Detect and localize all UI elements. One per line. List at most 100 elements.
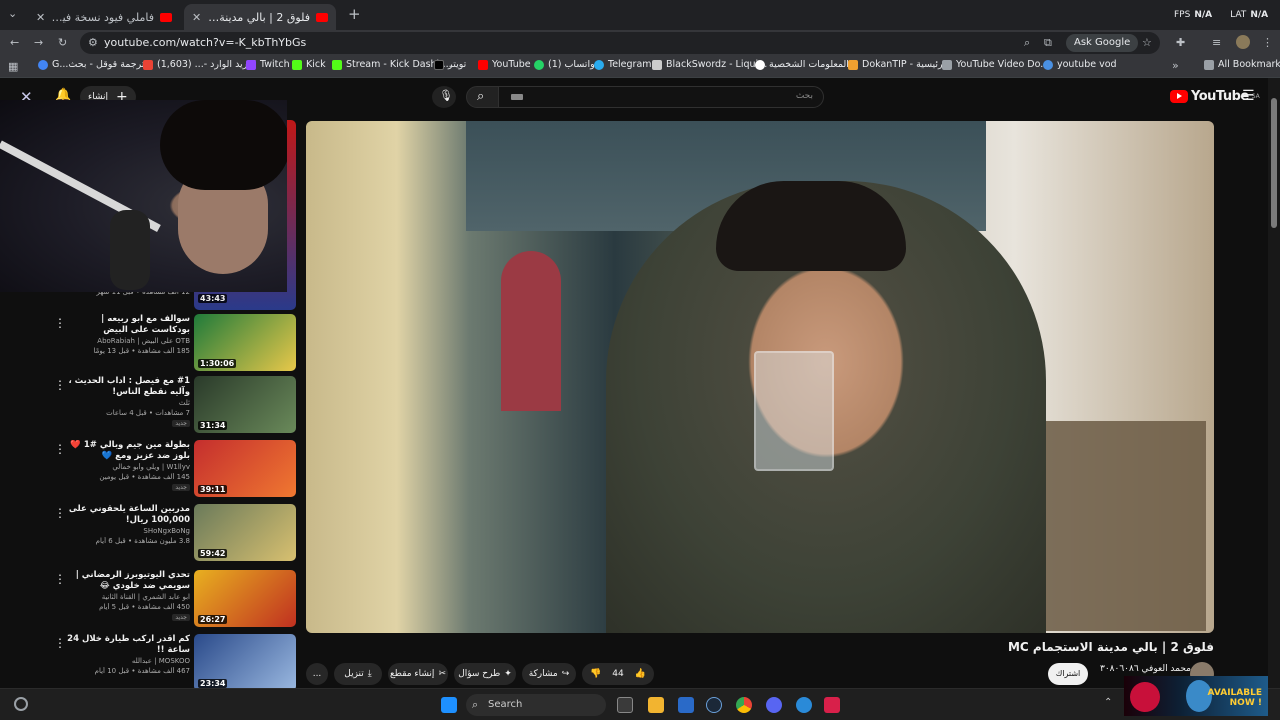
- download-button[interactable]: ⤓ تنزيل: [334, 663, 382, 685]
- url-text: youtube.com/watch?v=-K_kbThYbGs: [104, 36, 307, 49]
- close-tab-icon[interactable]: ✕: [36, 11, 45, 24]
- video-title: فلوق 2 | بالي مدينة الاستجمام MC: [1007, 640, 1214, 654]
- search-input[interactable]: بحث: [498, 86, 824, 108]
- list-item[interactable]: 59:42 مدربين الساعة يلحقوني على 100,000 …: [54, 504, 300, 566]
- page-scrollbar[interactable]: [1268, 78, 1280, 688]
- more-bookmarks-chevron-icon[interactable]: »: [1172, 59, 1179, 72]
- youtube-favicon-icon: [160, 12, 172, 22]
- promo-logo-icon: [1130, 682, 1160, 712]
- bookmark-6[interactable]: YouTube: [478, 59, 531, 70]
- kebab-menu-icon[interactable]: ⋮: [54, 378, 66, 392]
- bookmark-5[interactable]: تويتر: [434, 59, 466, 70]
- microphone-icon: 🎙: [439, 89, 453, 102]
- bookmark-1[interactable]: البريد الوارد -... (1,603): [143, 59, 256, 70]
- keyboard-icon[interactable]: [511, 94, 523, 100]
- channel-name[interactable]: محمد العوفي ٣٠٨٠٦٠٨٦: [1100, 664, 1191, 674]
- task-view-icon[interactable]: [617, 697, 633, 713]
- bookmark-12[interactable]: YouTube Video Do...: [942, 59, 1049, 70]
- steam-icon[interactable]: [706, 697, 722, 713]
- kebab-menu-icon[interactable]: ⋮: [54, 636, 66, 650]
- hamburger-menu-icon[interactable]: ☰: [1242, 88, 1255, 104]
- bookmark-3[interactable]: Kick: [292, 59, 326, 70]
- like-icon[interactable]: 👍: [635, 669, 646, 679]
- bookmark-0[interactable]: G...ترجمة قوقل - بحث: [38, 59, 145, 70]
- browser-tab-1[interactable]: فاملي فيود نسخة فيرفول على 00 ✕: [28, 4, 180, 30]
- store-icon[interactable]: [678, 697, 694, 713]
- bookmark-10[interactable]: المعلومات الشخصية: [755, 59, 849, 70]
- close-tab-icon[interactable]: ✕: [192, 11, 201, 24]
- bookmark-13[interactable]: youtube vod: [1043, 59, 1117, 70]
- list-item[interactable]: 1:30:06 سوالف مع ابو ربيعه | بودكاست على…: [54, 314, 300, 376]
- whatsapp-icon: [534, 59, 544, 70]
- rec-thumbnail[interactable]: 1:30:06: [194, 314, 296, 371]
- ask-button[interactable]: ✦ طرح سؤال: [454, 663, 516, 685]
- kebab-menu-icon[interactable]: ⋮: [54, 442, 66, 456]
- app-icon[interactable]: [796, 697, 812, 713]
- pocket-icon[interactable]: [824, 697, 840, 713]
- back-icon[interactable]: ←: [10, 36, 19, 49]
- rec-thumbnail[interactable]: 26:27: [194, 570, 296, 627]
- video-player[interactable]: [306, 121, 1214, 633]
- browser-menu-icon[interactable]: ⋮: [1262, 36, 1273, 49]
- extensions-icon[interactable]: ✚: [1176, 36, 1185, 49]
- cloud-icon: [1043, 59, 1053, 70]
- share-button[interactable]: ↪ مشاركة: [522, 663, 576, 685]
- profile-avatar[interactable]: [1236, 35, 1250, 49]
- scrollbar-thumb[interactable]: [1271, 98, 1277, 228]
- chrome-icon[interactable]: [736, 697, 752, 713]
- rec-thumbnail[interactable]: 59:42: [194, 504, 296, 561]
- dislike-icon[interactable]: 👎: [590, 669, 601, 679]
- new-tab-button[interactable]: +: [348, 5, 361, 23]
- address-bar[interactable]: ⚙ youtube.com/watch?v=-K_kbThYbGs ⌕ ⧉ As…: [80, 32, 1160, 54]
- site-info-icon[interactable]: ⚙: [88, 36, 98, 49]
- taskbar-search[interactable]: ⌕ Search: [466, 694, 606, 716]
- bookmark-2[interactable]: Twitch: [246, 59, 290, 70]
- windows-start-icon[interactable]: [441, 697, 457, 713]
- tray-chevron-icon[interactable]: ⌃: [1104, 697, 1112, 708]
- zoom-icon[interactable]: ⌕: [1024, 36, 1030, 50]
- forward-icon[interactable]: →: [34, 36, 43, 49]
- discord-icon[interactable]: [766, 697, 782, 713]
- rec-thumbnail[interactable]: 31:34: [194, 376, 296, 433]
- kebab-menu-icon[interactable]: ⋮: [54, 506, 66, 520]
- like-count: 44: [612, 669, 624, 679]
- more-actions-button[interactable]: ...: [306, 663, 328, 685]
- file-explorer-icon[interactable]: [648, 697, 664, 713]
- subscribe-button[interactable]: اشتراك: [1048, 663, 1088, 685]
- youtube-play-logo-icon: [1170, 90, 1188, 103]
- video-frame-chair: [1046, 421, 1206, 631]
- apps-grid-icon[interactable]: ▦: [8, 60, 18, 73]
- bookmark-9[interactable]: BlackSwordz - Liqui...: [652, 59, 767, 70]
- browser-tab-2-active[interactable]: فلوق 2 | بالي مدينة الاستجمام ✕: [184, 4, 336, 30]
- kebab-menu-icon[interactable]: ⋮: [54, 572, 66, 586]
- bookmark-star-icon[interactable]: ☆: [1142, 36, 1152, 49]
- voice-search-button[interactable]: 🎙: [432, 86, 456, 108]
- rec-thumbnail[interactable]: 23:34: [194, 634, 296, 688]
- bookmark-11[interactable]: DokanTIP - الرئيسية: [848, 59, 949, 70]
- clip-button[interactable]: ✂ إنشاء مقطع: [388, 663, 448, 685]
- page-icon: [942, 59, 952, 70]
- list-item[interactable]: 26:27 تحدي اليوتيوبرز الرمضاني | سويمي ض…: [54, 570, 300, 632]
- download-icon: ⤓: [367, 669, 372, 679]
- bookmark-8[interactable]: Telegram: [594, 59, 652, 70]
- all-bookmarks-button[interactable]: All Bookmarks: [1204, 59, 1280, 70]
- media-controls-icon[interactable]: ≡: [1212, 36, 1221, 49]
- new-badge: جديد: [172, 484, 190, 491]
- list-item[interactable]: 23:34 كم اقدر اركب طيارة خلال 24 ساعة !!…: [54, 634, 300, 688]
- browser-toolbar: ← → ↻ ⚙ youtube.com/watch?v=-K_kbThYbGs …: [0, 30, 1280, 56]
- ask-google-button[interactable]: Ask Google: [1066, 34, 1139, 52]
- tab-list-chevron-icon[interactable]: ⌄: [8, 7, 17, 20]
- search-button[interactable]: ⌕: [466, 86, 500, 108]
- widgets-icon[interactable]: [14, 697, 28, 711]
- rec-thumbnail[interactable]: 39:11: [194, 440, 296, 497]
- github-icon: [755, 59, 765, 70]
- install-app-icon[interactable]: ⧉: [1044, 36, 1052, 50]
- list-item[interactable]: 31:34 #1 مع فيصل : آداب الحديث ، وآليه ن…: [54, 376, 300, 438]
- reload-icon[interactable]: ↻: [58, 36, 67, 49]
- new-badge: جديد: [172, 614, 190, 621]
- dokan-icon: [848, 59, 858, 70]
- bookmark-7[interactable]: (1) واتساب: [534, 59, 595, 70]
- windows-taskbar: ⌕ Search ⌃: [0, 688, 1280, 720]
- kebab-menu-icon[interactable]: ⋮: [54, 316, 66, 330]
- list-item[interactable]: 39:11 بطولة مين جيم وبالي #1 ❤️ بلوز ضد …: [54, 440, 300, 502]
